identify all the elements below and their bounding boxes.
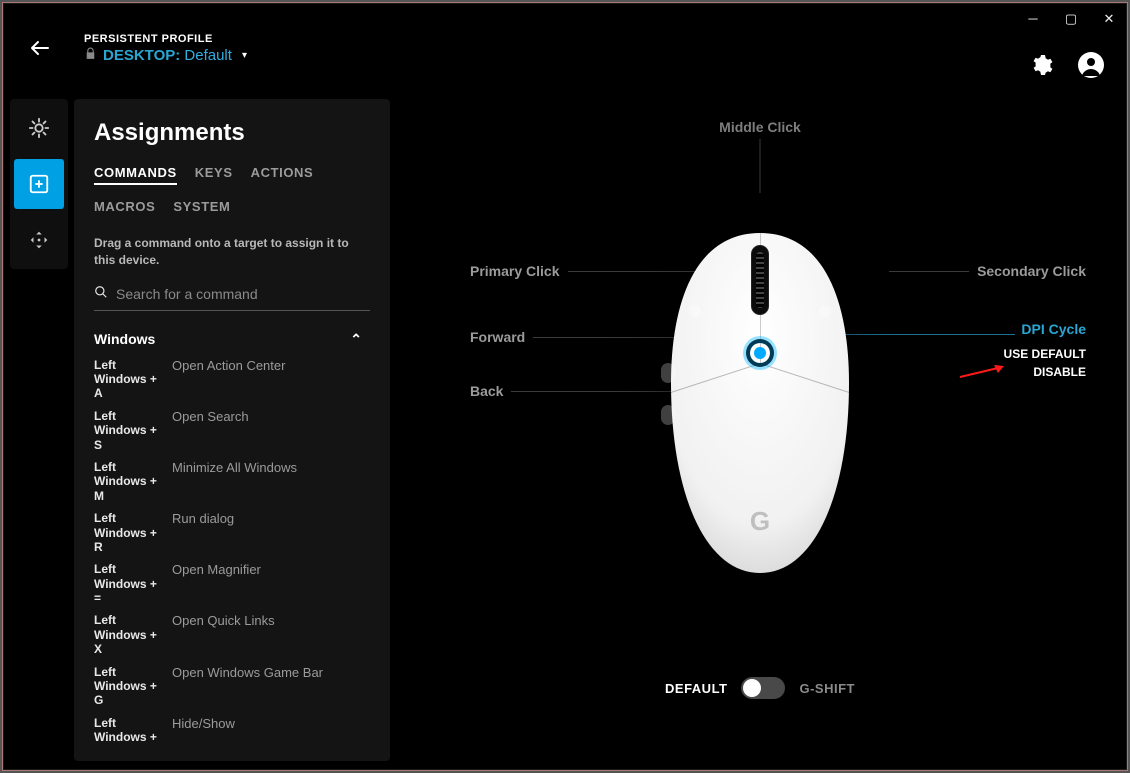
command-key: Left Windows + A xyxy=(94,358,166,401)
mouse-right-button[interactable] xyxy=(819,305,831,317)
label-secondary-click[interactable]: Secondary Click xyxy=(977,263,1086,279)
command-row[interactable]: Left Windows + GOpen Windows Game Bar xyxy=(94,661,362,712)
command-desc: Open Search xyxy=(172,409,362,452)
command-key: Left Windows + G xyxy=(94,665,166,708)
command-desc: Minimize All Windows xyxy=(172,460,362,503)
panel-hint: Drag a command onto a target to assign i… xyxy=(94,235,370,269)
tab-commands[interactable]: COMMANDS xyxy=(94,165,177,185)
mouse-left-button[interactable] xyxy=(689,305,701,317)
group-label: Windows xyxy=(94,331,155,347)
search-icon xyxy=(94,285,108,304)
assignments-tab-button[interactable] xyxy=(14,159,64,209)
mouse-dpi-button[interactable] xyxy=(750,343,770,363)
profile-block: PERSISTENT PROFILE DESKTOP: Default ▾ xyxy=(84,33,247,64)
search-input[interactable] xyxy=(116,286,370,302)
command-list[interactable]: Windows ⌃ Left Windows + AOpen Action Ce… xyxy=(94,325,370,751)
sensitivity-tab-button[interactable] xyxy=(14,215,64,265)
command-desc: Hide/Show xyxy=(172,716,362,745)
move-arrows-icon xyxy=(28,229,50,251)
app-window: ─ ▢ ✕ PERSISTENT PROFILE DESKTOP: Defaul… xyxy=(3,3,1127,770)
command-row[interactable]: Left Windows + =Open Magnifier xyxy=(94,558,362,609)
command-row[interactable]: Left Windows + SOpen Search xyxy=(94,405,362,456)
settings-button[interactable] xyxy=(1028,52,1054,78)
command-desc: Run dialog xyxy=(172,511,362,554)
command-desc: Open Windows Game Bar xyxy=(172,665,362,708)
gear-icon xyxy=(1029,53,1053,77)
leader-line xyxy=(760,139,761,199)
command-row[interactable]: Left Windows + RRun dialog xyxy=(94,507,362,558)
panel-title: Assignments xyxy=(94,119,370,147)
label-back[interactable]: Back xyxy=(470,383,503,399)
topbar-right xyxy=(1028,52,1104,78)
mode-default-label[interactable]: DEFAULT xyxy=(665,681,727,696)
group-header-windows[interactable]: Windows ⌃ xyxy=(94,325,362,354)
profile-caption: PERSISTENT PROFILE xyxy=(84,33,247,45)
mouse-back-button[interactable] xyxy=(661,405,675,425)
assignment-tabs: COMMANDS KEYS ACTIONS MACROS SYSTEM xyxy=(94,165,370,219)
logitech-g-logo-icon: G xyxy=(750,506,770,537)
command-key: Left Windows + = xyxy=(94,562,166,605)
back-button[interactable] xyxy=(28,36,52,66)
mouse-canvas: Middle Click Primary Click Secondary Cli… xyxy=(404,99,1116,759)
menu-use-default[interactable]: USE DEFAULT xyxy=(1004,347,1086,361)
label-primary-click[interactable]: Primary Click xyxy=(470,263,560,279)
dpi-context-menu: USE DEFAULT DISABLE xyxy=(1004,347,1086,383)
user-icon xyxy=(1078,52,1104,78)
annotation-arrow xyxy=(958,365,1004,379)
command-key: Left Windows + X xyxy=(94,613,166,656)
icon-rail xyxy=(10,99,68,269)
label-dpi-cycle[interactable]: DPI Cycle xyxy=(1021,321,1086,337)
account-button[interactable] xyxy=(1078,52,1104,78)
command-key: Left Windows + M xyxy=(94,460,166,503)
tab-macros[interactable]: MACROS xyxy=(94,199,155,219)
command-row[interactable]: Left Windows +Hide/Show xyxy=(94,712,362,749)
lighting-tab-button[interactable] xyxy=(14,103,64,153)
arrow-left-icon xyxy=(28,36,52,60)
mouse-illustration: G xyxy=(665,233,855,573)
close-button[interactable]: ✕ xyxy=(1100,10,1118,28)
search-row xyxy=(94,281,370,311)
mouse-wheel[interactable] xyxy=(751,245,769,315)
command-row[interactable]: Left Windows + MMinimize All Windows xyxy=(94,456,362,507)
command-desc: Open Quick Links xyxy=(172,613,362,656)
label-forward[interactable]: Forward xyxy=(470,329,525,345)
mouse-forward-button[interactable] xyxy=(661,363,675,383)
profile-name: DESKTOP: Default xyxy=(103,47,232,64)
chevron-down-icon: ▾ xyxy=(242,50,247,61)
tab-keys[interactable]: KEYS xyxy=(195,165,233,185)
command-desc: Open Action Center xyxy=(172,358,362,401)
command-row[interactable]: Left Windows + AOpen Action Center xyxy=(94,354,362,405)
chevron-up-icon: ⌃ xyxy=(350,331,362,348)
tab-system[interactable]: SYSTEM xyxy=(173,199,230,219)
mode-switch[interactable] xyxy=(741,677,785,699)
mode-gshift-label[interactable]: G-SHIFT xyxy=(799,681,855,696)
plus-square-icon xyxy=(28,173,50,195)
command-key: Left Windows + R xyxy=(94,511,166,554)
topbar: PERSISTENT PROFILE DESKTOP: Default ▾ xyxy=(28,18,1102,78)
assignments-panel: Assignments COMMANDS KEYS ACTIONS MACROS… xyxy=(74,99,390,761)
command-row[interactable]: Left Windows + XOpen Quick Links xyxy=(94,609,362,660)
profile-selector[interactable]: DESKTOP: Default ▾ xyxy=(84,47,247,64)
brightness-icon xyxy=(28,117,50,139)
command-key: Left Windows + xyxy=(94,716,166,745)
command-desc: Open Magnifier xyxy=(172,562,362,605)
tab-actions[interactable]: ACTIONS xyxy=(251,165,314,185)
label-middle-click[interactable]: Middle Click xyxy=(719,119,801,135)
mode-toggle: DEFAULT G-SHIFT xyxy=(665,677,855,699)
command-key: Left Windows + S xyxy=(94,409,166,452)
lock-icon xyxy=(84,47,97,63)
menu-disable[interactable]: DISABLE xyxy=(1004,365,1086,379)
